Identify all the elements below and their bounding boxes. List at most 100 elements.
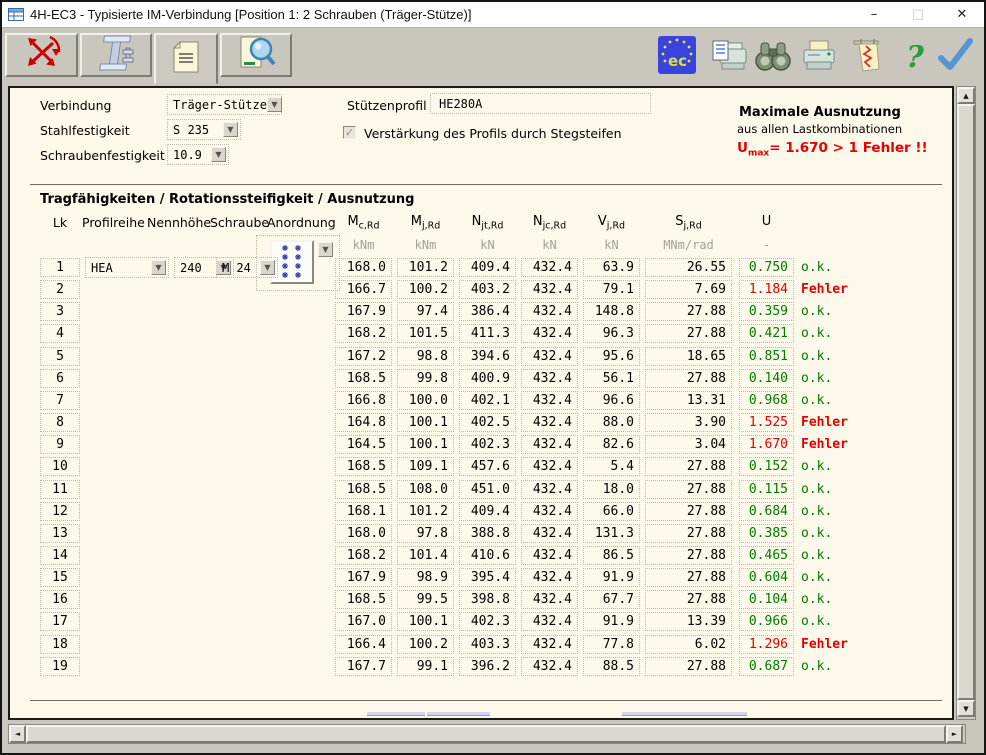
value-cell: 167.7 xyxy=(335,657,392,676)
loads-arrows-button[interactable] xyxy=(5,33,78,77)
eurocode-button[interactable]: ec xyxy=(656,36,698,78)
value-cell: 99.1 xyxy=(397,657,454,676)
value-cell: 88.5 xyxy=(583,657,640,676)
utilization-cell: 0.140 xyxy=(739,369,794,388)
value-cell: 168.2 xyxy=(335,546,392,565)
crossed-arrows-icon xyxy=(20,33,64,77)
value-cell: 168.5 xyxy=(335,480,392,499)
value-cell: 98.8 xyxy=(397,347,454,366)
print-preview-button[interactable] xyxy=(220,33,292,77)
status-label: o.k. xyxy=(801,393,832,408)
horizontal-scroll-thumb[interactable] xyxy=(26,725,946,743)
scroll-left-button[interactable]: ◄ xyxy=(9,725,26,743)
beam-profile-button[interactable] xyxy=(80,33,152,77)
value-cell: 168.0 xyxy=(335,258,392,277)
value-cell: 27.88 xyxy=(645,302,732,321)
value-cell: 108.0 xyxy=(397,480,454,499)
printer-button[interactable] xyxy=(798,36,840,78)
protocol-icon xyxy=(847,35,887,79)
value-cell: 168.5 xyxy=(335,457,392,476)
row-number-cell[interactable]: 17 xyxy=(40,612,80,631)
utilization-cell: 0.152 xyxy=(739,457,794,476)
row-number-cell[interactable]: 13 xyxy=(40,524,80,543)
row-number-cell[interactable]: 14 xyxy=(40,546,80,565)
value-cell: 27.88 xyxy=(645,524,732,543)
value-cell: 91.9 xyxy=(583,612,640,631)
horizontal-scrollbar[interactable]: ◄ ► xyxy=(8,724,966,744)
value-cell: 396.2 xyxy=(459,657,516,676)
results-area: Mc,RdkNmMj,RdkNmNjt,RdkNNjc,RdkNVj,RdkNS… xyxy=(10,88,954,720)
status-label: o.k. xyxy=(801,304,832,319)
value-cell: 100.1 xyxy=(397,413,454,432)
value-cell: 432.4 xyxy=(521,347,578,366)
row-number-cell[interactable]: 6 xyxy=(40,369,80,388)
value-cell: 91.9 xyxy=(583,568,640,587)
value-cell: 398.8 xyxy=(459,590,516,609)
value-cell: 13.31 xyxy=(645,391,732,410)
confirm-button[interactable] xyxy=(934,36,976,78)
row-number-cell[interactable]: 4 xyxy=(40,324,80,343)
row-number-cell[interactable]: 19 xyxy=(40,657,80,676)
help-icon: ? xyxy=(906,40,924,75)
utilization-cell: 1.670 xyxy=(739,435,794,454)
value-cell: 66.0 xyxy=(583,502,640,521)
value-cell: 97.4 xyxy=(397,302,454,321)
minimize-button[interactable]: – xyxy=(852,2,896,27)
main-area: Verbindung Stahlfestigkeit Schraubenfest… xyxy=(2,84,984,753)
row-number-cell[interactable]: 12 xyxy=(40,502,80,521)
utilization-cell: 1.184 xyxy=(739,280,794,299)
result-column-header: Sj,Rd xyxy=(645,214,732,232)
value-cell: 101.2 xyxy=(397,258,454,277)
value-cell: 101.2 xyxy=(397,502,454,521)
copy-printout-button[interactable] xyxy=(708,36,750,78)
binoculars-search-button[interactable] xyxy=(752,36,794,78)
app-window: 4H-EC3 - Typisierte IM-Verbindung [Posit… xyxy=(0,0,986,755)
status-label: o.k. xyxy=(801,592,832,607)
value-cell: 100.1 xyxy=(397,435,454,454)
value-cell: 97.8 xyxy=(397,524,454,543)
row-number-cell[interactable]: 18 xyxy=(40,635,80,654)
result-column-header: Mj,Rd xyxy=(397,214,454,232)
close-button[interactable]: ✕ xyxy=(940,2,984,27)
value-cell: 432.4 xyxy=(521,457,578,476)
scroll-right-button[interactable]: ► xyxy=(946,725,963,743)
value-cell: 168.0 xyxy=(335,524,392,543)
ec-flag-icon: ec xyxy=(657,35,697,79)
document-icon xyxy=(171,39,201,79)
value-cell: 99.5 xyxy=(397,590,454,609)
vertical-scroll-thumb[interactable] xyxy=(957,104,975,700)
help-button[interactable]: ? xyxy=(894,36,936,78)
row-number-cell[interactable]: 2 xyxy=(40,280,80,299)
scroll-up-button[interactable]: ▲ xyxy=(957,87,975,104)
scroll-down-button[interactable]: ▼ xyxy=(957,700,975,717)
vertical-scrollbar[interactable]: ▲ ▼ xyxy=(956,86,976,720)
protocol-notes-button[interactable] xyxy=(846,36,888,78)
row-number-cell[interactable]: 10 xyxy=(40,457,80,476)
status-label: Fehler xyxy=(801,282,848,297)
row-number-cell[interactable]: 5 xyxy=(40,347,80,366)
row-number-cell[interactable]: 9 xyxy=(40,435,80,454)
value-cell: 432.4 xyxy=(521,635,578,654)
row-number-cell[interactable]: 1 xyxy=(40,258,80,277)
status-label: o.k. xyxy=(801,659,832,674)
status-label: o.k. xyxy=(801,614,832,629)
value-cell: 167.9 xyxy=(335,302,392,321)
value-cell: 67.7 xyxy=(583,590,640,609)
value-cell: 432.4 xyxy=(521,568,578,587)
row-number-cell[interactable]: 3 xyxy=(40,302,80,321)
row-number-cell[interactable]: 8 xyxy=(40,413,80,432)
value-cell: 402.1 xyxy=(459,391,516,410)
utilization-cell: 0.750 xyxy=(739,258,794,277)
value-cell: 394.6 xyxy=(459,347,516,366)
value-cell: 432.4 xyxy=(521,590,578,609)
results-document-button[interactable] xyxy=(154,33,218,85)
row-number-cell[interactable]: 11 xyxy=(40,480,80,499)
status-label: o.k. xyxy=(801,459,832,474)
value-cell: 164.8 xyxy=(335,413,392,432)
status-label: o.k. xyxy=(801,504,832,519)
row-number-cell[interactable]: 15 xyxy=(40,568,80,587)
status-label: Fehler xyxy=(801,637,848,652)
row-number-cell[interactable]: 16 xyxy=(40,590,80,609)
content-panel: Verbindung Stahlfestigkeit Schraubenfest… xyxy=(8,86,954,720)
row-number-cell[interactable]: 7 xyxy=(40,391,80,410)
